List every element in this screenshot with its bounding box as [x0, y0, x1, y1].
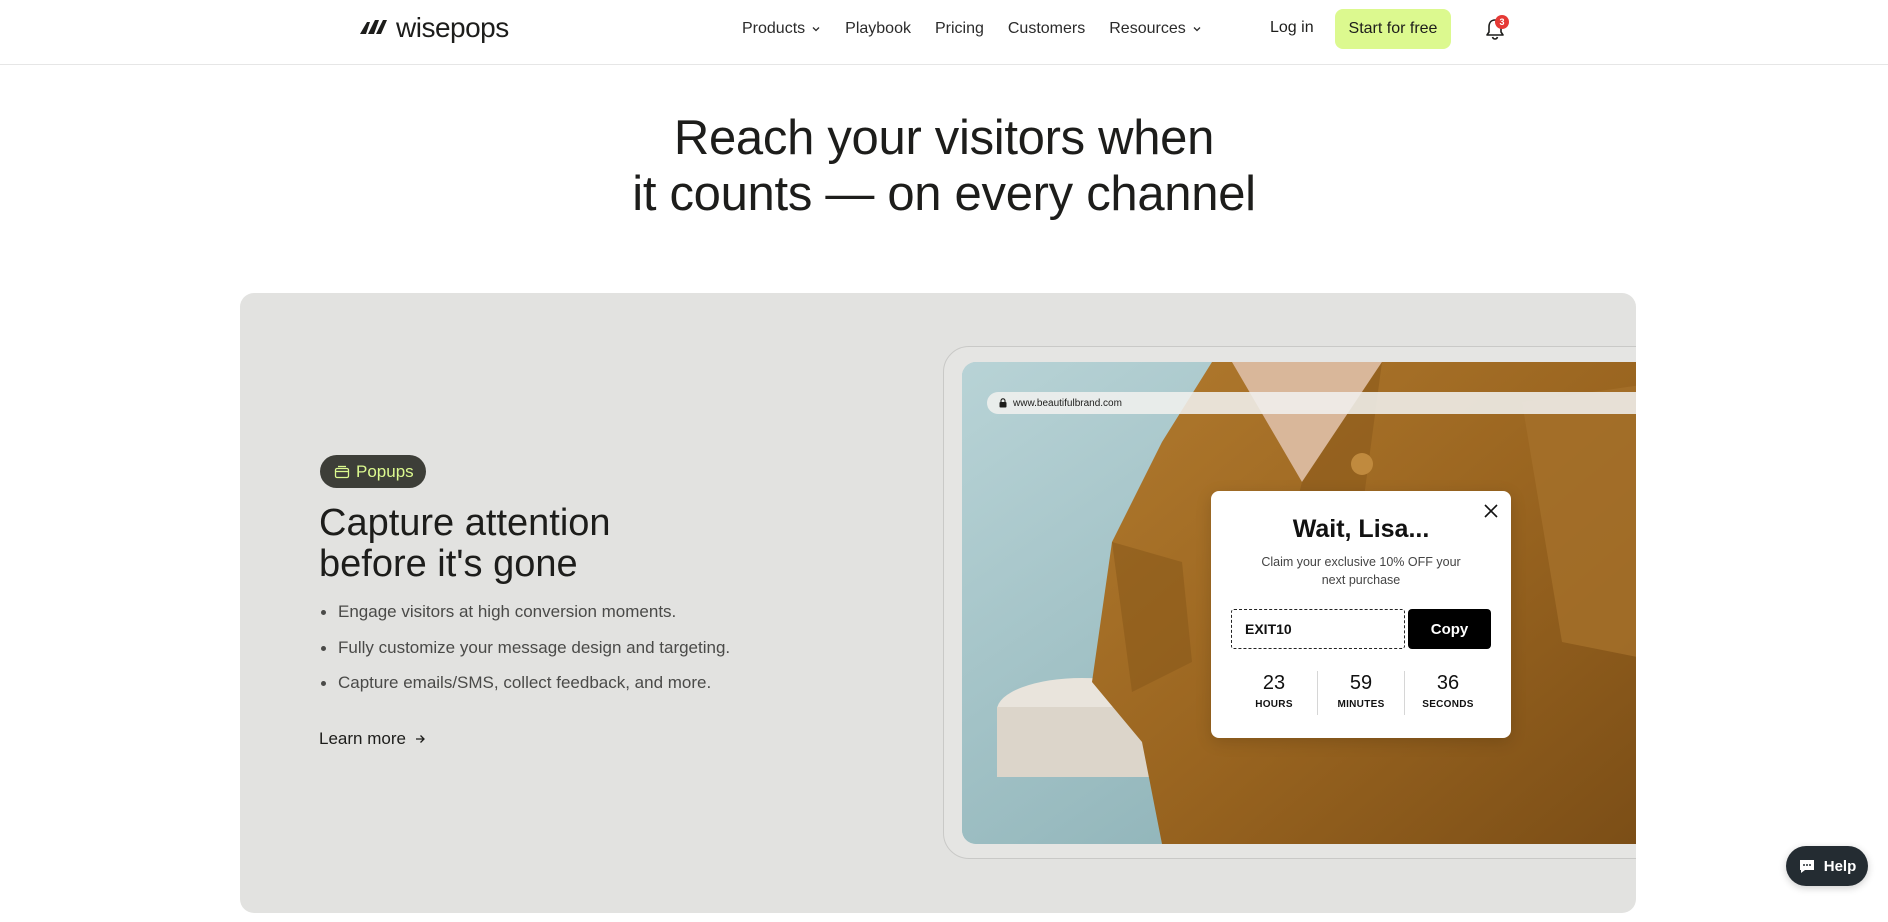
- list-item: Fully customize your message design and …: [320, 638, 730, 658]
- timer-value: 59: [1349, 672, 1373, 694]
- lock-icon: [999, 398, 1007, 408]
- logo-text: wisepops: [396, 12, 509, 43]
- nav-item-playbook[interactable]: Playbook: [845, 18, 911, 40]
- hero-title-line: Reach your visitors when: [673, 111, 1215, 165]
- nav-item-pricing[interactable]: Pricing: [935, 18, 984, 40]
- login-link[interactable]: Log in: [1270, 19, 1314, 37]
- nav-item-label: Customers: [1007, 20, 1086, 37]
- hero-title-line: it counts — on every channel: [632, 167, 1256, 221]
- wisepops-logo[interactable]: wisepops: [358, 12, 509, 44]
- browser-url-bar: www.beautifulbrand.com: [987, 392, 1636, 414]
- chevron-down-icon: [812, 27, 820, 32]
- nav-item-products[interactable]: Products: [742, 18, 821, 40]
- feature-bullets: Engage visitors at high conversion momen…: [320, 602, 730, 709]
- start-for-free-button[interactable]: Start for free: [1335, 9, 1451, 49]
- timer-unit-hours: 23 HOURS: [1231, 671, 1317, 715]
- list-item: Engage visitors at high conversion momen…: [320, 602, 730, 622]
- popup-window-icon: [334, 465, 350, 478]
- learn-more-link[interactable]: Learn more: [319, 729, 426, 749]
- learn-more-label: Learn more: [319, 729, 406, 748]
- nav-item-label: Pricing: [934, 20, 984, 37]
- timer-label: SECONDS: [1422, 699, 1474, 710]
- nav-item-label: Resources: [1109, 20, 1186, 37]
- notification-badge: 3: [1495, 15, 1509, 29]
- help-chat-button[interactable]: Help: [1786, 846, 1868, 886]
- feature-title-line: Capture attention: [319, 502, 611, 544]
- nav-item-resources[interactable]: Resources: [1109, 18, 1201, 40]
- timer-value: 23: [1262, 672, 1286, 694]
- copy-button[interactable]: Copy: [1408, 609, 1491, 649]
- site-header: wisepops Products Playbook Pricing Custo…: [0, 0, 1888, 65]
- list-item: Capture emails/SMS, collect feedback, an…: [320, 673, 730, 693]
- logo-mark-icon: [360, 20, 387, 34]
- help-label: Help: [1823, 857, 1857, 875]
- popup-title: Wait, Lisa...: [1292, 515, 1430, 543]
- chevron-down-icon: [1193, 27, 1201, 32]
- timer-unit-minutes: 59 MINUTES: [1317, 671, 1404, 715]
- timer-label: MINUTES: [1337, 699, 1385, 710]
- feature-title: Capture attention before it's gone: [319, 503, 611, 585]
- main-nav: Products Playbook Pricing Customers Reso…: [742, 18, 1202, 40]
- badge-label: Popups: [356, 461, 414, 481]
- arrow-right-icon: [415, 735, 425, 743]
- coupon-code-field[interactable]: EXIT10: [1231, 609, 1405, 649]
- nav-item-customers[interactable]: Customers: [1008, 18, 1085, 40]
- countdown-timer: 23 HOURS 59 MINUTES 36 SECONDS: [1231, 671, 1491, 715]
- popups-feature-card: Popups Capture attention before it's gon…: [240, 293, 1636, 913]
- chat-bubble-icon: [1799, 860, 1814, 873]
- timer-value: 36: [1436, 672, 1460, 694]
- nav-item-label: Products: [742, 20, 806, 37]
- url-text: www.beautifulbrand.com: [1013, 397, 1122, 409]
- popups-badge: Popups: [320, 455, 426, 488]
- nav-item-label: Playbook: [845, 20, 911, 37]
- timer-label: HOURS: [1255, 699, 1293, 710]
- hero-title: Reach your visitors when it counts — on …: [0, 110, 1888, 222]
- popup-subtitle: Claim your exclusive 10% OFF your next p…: [1261, 555, 1461, 587]
- timer-unit-seconds: 36 SECONDS: [1404, 671, 1491, 715]
- feature-title-line: before it's gone: [319, 543, 578, 585]
- exit-intent-popup: Wait, Lisa... Claim your exclusive 10% O…: [1211, 491, 1511, 738]
